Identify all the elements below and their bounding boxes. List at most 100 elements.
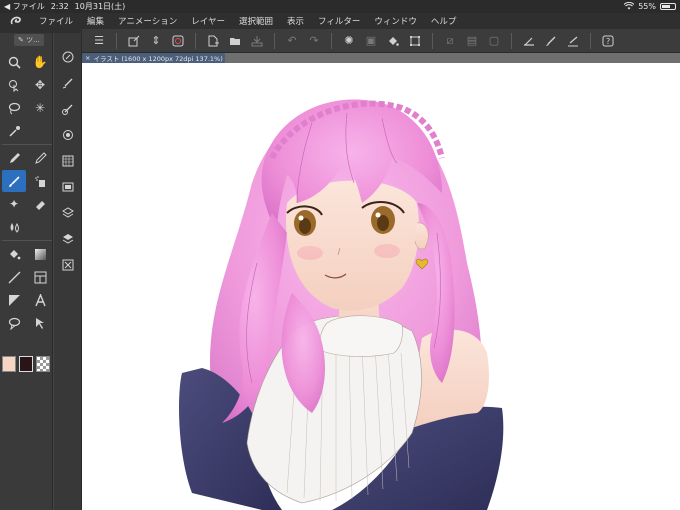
menu-help[interactable]: ヘルプ: [424, 15, 464, 27]
operation-arrow-icon[interactable]: [28, 312, 52, 334]
deselect-icon[interactable]: ⧄: [439, 31, 461, 51]
line-icon[interactable]: [2, 266, 26, 288]
toolbar-divider: [195, 32, 196, 49]
color-swatches: [2, 356, 50, 372]
ruler-icon[interactable]: [518, 31, 540, 51]
zoom-icon[interactable]: [2, 51, 26, 73]
object-select-icon[interactable]: [2, 74, 26, 96]
layers-icon[interactable]: [57, 229, 79, 249]
ruler-pen-icon[interactable]: [562, 31, 584, 51]
open-folder-icon[interactable]: [224, 31, 246, 51]
turtleneck-collar: [319, 315, 403, 357]
left-blush: [297, 246, 323, 260]
blend-icon[interactable]: [2, 216, 26, 238]
lasso-icon[interactable]: [2, 97, 26, 119]
pen-tab-icon: ✎: [18, 36, 24, 44]
drawing-canvas[interactable]: [82, 63, 680, 510]
layer-property-icon[interactable]: [57, 203, 79, 223]
close-panel-icon[interactable]: [57, 255, 79, 275]
hand-icon[interactable]: ✋: [28, 51, 52, 73]
brush-tool-icon[interactable]: [2, 170, 26, 192]
brush-size-icon[interactable]: [57, 73, 79, 93]
toolbar-divider: [331, 32, 332, 49]
toolbar-divider: [590, 32, 591, 49]
menu-selection[interactable]: 選択範囲: [232, 15, 280, 27]
eraser-icon[interactable]: [28, 193, 52, 215]
tool-grid: ✋ ✥ ✳ ✦: [0, 47, 52, 338]
menu-edit[interactable]: 編集: [80, 15, 111, 27]
toolbar-divider: [274, 32, 275, 49]
clear-icon[interactable]: ▣: [360, 31, 382, 51]
canvas-area: × イラスト (1600 x 1200px 72dpi 137.1%): [82, 53, 680, 510]
invert-icon[interactable]: ▤: [461, 31, 483, 51]
undo-icon[interactable]: ↶: [281, 31, 303, 51]
fill-icon[interactable]: [382, 31, 404, 51]
move-icon[interactable]: ✥: [28, 74, 52, 96]
transparent-color-swatch[interactable]: [36, 356, 50, 372]
command-sub-palette: [54, 33, 82, 510]
crop-icon[interactable]: ▢: [483, 31, 505, 51]
text-icon[interactable]: [28, 289, 52, 311]
new-file-icon[interactable]: [202, 31, 224, 51]
color-set-icon[interactable]: [57, 151, 79, 171]
command-bar: ☰ ⇕ ↶ ↷ ✺ ▣ ⧄ ▤ ▢ ?: [82, 29, 680, 53]
menu-icon[interactable]: ☰: [88, 31, 110, 51]
menu-view[interactable]: 表示: [280, 15, 311, 27]
eyedropper-icon[interactable]: [2, 120, 26, 142]
tool-palette-header: ✎ ツ...: [0, 33, 52, 47]
toolbar-divider: [116, 32, 117, 49]
brush-icon[interactable]: [540, 31, 562, 51]
navigator-icon[interactable]: [57, 47, 79, 67]
clip-studio-icon[interactable]: [167, 31, 189, 51]
fill-bucket-icon[interactable]: [2, 243, 26, 265]
tool-palette-tab[interactable]: ✎ ツ...: [14, 34, 44, 46]
loading-icon[interactable]: ✺: [338, 31, 360, 51]
close-document-icon[interactable]: ×: [85, 54, 90, 62]
menu-filter[interactable]: フィルター: [311, 15, 367, 27]
tool-settings-icon[interactable]: [57, 125, 79, 145]
tool-property-icon[interactable]: [57, 99, 79, 119]
menu-window[interactable]: ウィンドウ: [367, 15, 424, 27]
main-color-swatch[interactable]: [2, 356, 16, 372]
gradient-icon[interactable]: [28, 243, 52, 265]
document-tab[interactable]: × イラスト (1600 x 1200px 72dpi 137.1%): [82, 53, 225, 63]
ios-status-bar: ◀ ファイル 2:32 10月31日(土) 55%: [0, 0, 680, 13]
sub-color-swatch[interactable]: [19, 356, 33, 372]
menu-file[interactable]: ファイル: [32, 15, 80, 27]
menu-animation[interactable]: アニメーション: [111, 15, 184, 27]
menu-layer[interactable]: レイヤー: [184, 15, 232, 27]
material-icon[interactable]: [57, 177, 79, 197]
wifi-icon: [623, 1, 635, 12]
pencil-icon[interactable]: [28, 147, 52, 169]
menu-bar: ファイル 編集 アニメーション レイヤー 選択範囲 表示 フィルター ウィンドウ…: [0, 13, 680, 29]
new-canvas-icon[interactable]: [123, 31, 145, 51]
empty-slot: [28, 120, 52, 142]
redo-icon[interactable]: ↷: [303, 31, 325, 51]
tool-divider: [2, 144, 52, 145]
illustration-artwork: [179, 99, 504, 510]
airbrush-icon[interactable]: [28, 170, 52, 192]
transform-icon[interactable]: [404, 31, 426, 51]
pen-icon[interactable]: [2, 147, 26, 169]
clock-date: 10月31日(土): [74, 2, 126, 11]
decoration-icon[interactable]: ✦: [2, 193, 26, 215]
tool-palette-tab-label: ツ...: [26, 36, 40, 44]
magic-wand-icon[interactable]: ✳: [28, 97, 52, 119]
spin-icon[interactable]: ⇕: [145, 31, 167, 51]
ruler-tool-icon[interactable]: [2, 289, 26, 311]
toolbar-divider: [432, 32, 433, 49]
back-to-app-link[interactable]: ◀ ファイル: [4, 1, 45, 12]
toolbar-divider: [511, 32, 512, 49]
clip-studio-logo-icon[interactable]: [0, 15, 32, 27]
clock-time: 2:32: [50, 2, 69, 11]
frame-border-icon[interactable]: [28, 266, 52, 288]
help-icon[interactable]: ?: [597, 31, 619, 51]
tool-divider: [2, 240, 52, 241]
clip-studio-window: ◀ ファイル 2:32 10月31日(土) 55% ファイル 編集 アニメーショ…: [0, 0, 680, 510]
battery-percent: 55%: [638, 2, 656, 11]
ear: [414, 222, 429, 250]
save-icon[interactable]: [246, 31, 268, 51]
balloon-icon[interactable]: [2, 312, 26, 334]
battery-icon: [660, 3, 676, 10]
tool-palette: ✎ ツ... ✋ ✥ ✳ ✦: [0, 33, 53, 510]
